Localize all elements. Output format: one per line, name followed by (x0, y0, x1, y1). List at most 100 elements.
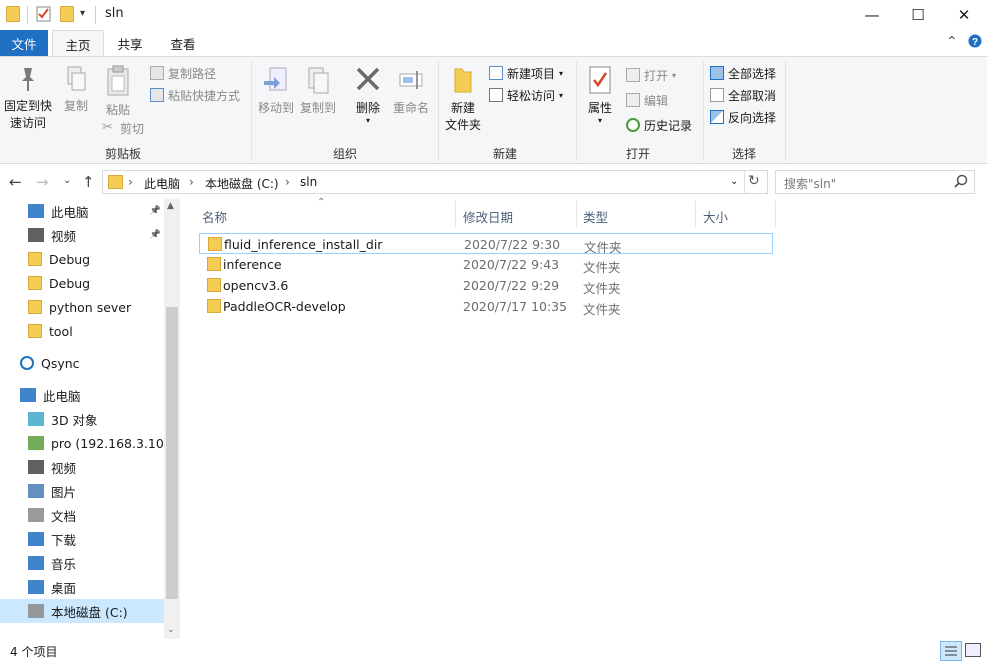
delete-dropdown-icon[interactable]: ▾ (350, 117, 386, 125)
search-input[interactable]: 搜索"sln" (784, 175, 836, 192)
nav-item[interactable]: 本地磁盘 (C:) (0, 599, 165, 623)
move-to-button[interactable]: 移动到 (256, 65, 296, 117)
new-folder-button[interactable]: 新建 文件夹 (443, 65, 483, 134)
breadcrumb-separator-icon[interactable]: › (285, 175, 290, 189)
search-icon[interactable] (954, 174, 968, 191)
nav-item[interactable]: python sever (0, 295, 165, 319)
refresh-icon[interactable]: ↻ (748, 173, 760, 189)
close-button[interactable]: ✕ (941, 0, 987, 30)
paste-shortcut-button[interactable]: 粘贴快捷方式 (150, 85, 240, 105)
nav-item[interactable]: 视频 (0, 455, 165, 479)
nav-item[interactable]: 图片 (0, 479, 165, 503)
tab-view[interactable]: 查看 (158, 30, 208, 56)
copy-path-button[interactable]: 复制路径 (150, 63, 216, 83)
back-arrow-icon[interactable]: ← (9, 173, 22, 191)
nav-item[interactable]: Debug (0, 247, 165, 271)
collapse-ribbon-icon[interactable]: ⌃ (946, 34, 958, 50)
copy-to-button[interactable]: 复制到 (298, 65, 338, 117)
forward-arrow-icon[interactable]: → (36, 173, 49, 191)
address-bar[interactable]: › 此电脑 › 本地磁盘 (C:) › sln ⌄ ↻ (102, 170, 768, 194)
pictures-icon (28, 484, 44, 498)
copy-to-label: 复制到 (299, 101, 336, 115)
delete-icon (356, 67, 380, 91)
nav-item[interactable]: pro (192.168.3.100 ( (0, 431, 165, 455)
up-arrow-icon[interactable]: ↑ (82, 173, 95, 191)
nav-pane-scrollbar[interactable]: ▲ ⌄ (164, 199, 180, 639)
video-icon (28, 228, 44, 242)
nav-item[interactable]: 此电脑 📌 (0, 199, 165, 223)
nav-item[interactable]: tool (0, 319, 165, 343)
nav-item-label: Debug (49, 275, 91, 291)
copy-button[interactable]: 复制 (60, 65, 92, 115)
column-header-name[interactable]: 名称 (202, 207, 227, 226)
breadcrumb-separator-icon[interactable]: › (128, 175, 133, 189)
nav-item-label: 图片 (51, 484, 77, 500)
sort-ascending-icon: ⌃ (317, 197, 326, 208)
file-row[interactable]: fluid_inference_install_dir 2020/7/22 9:3… (199, 233, 773, 255)
delete-button[interactable]: 删除 ▾ (350, 65, 386, 125)
nav-item[interactable]: Qsync (0, 351, 165, 375)
column-header-modified[interactable]: 修改日期 (463, 207, 513, 226)
history-button[interactable]: 历史记录 (626, 115, 692, 135)
file-row[interactable]: opencv3.6 2020/7/22 9:29 文件夹 (199, 275, 773, 296)
new-group-label: 新建 (492, 147, 517, 161)
breadcrumb-local-disk[interactable]: 本地磁盘 (C:) (205, 175, 279, 192)
column-header-size[interactable]: 大小 (703, 207, 728, 226)
scroll-down-icon[interactable]: ⌄ (167, 625, 175, 635)
file-type: 文件夹 (583, 302, 621, 317)
nav-item[interactable]: 下载 (0, 527, 165, 551)
select-none-button[interactable]: 全部取消 (710, 85, 776, 105)
file-explorer-window: ▾ sln — ☐ ✕ 文件 主页 共享 查看 ⌃ ? 固定到快 速访问 复制 … (0, 0, 987, 665)
nav-item[interactable]: 视频 📌 (0, 223, 165, 247)
nav-item[interactable]: 桌面 (0, 575, 165, 599)
nav-item-label: 下载 (51, 532, 77, 548)
tab-file[interactable]: 文件 (0, 30, 48, 56)
invert-selection-button[interactable]: 反向选择 (710, 107, 776, 127)
properties-dropdown-icon[interactable]: ▾ (582, 117, 618, 125)
nav-item[interactable]: 音乐 (0, 551, 165, 575)
folder-icon (28, 300, 42, 314)
help-icon[interactable]: ? (968, 34, 982, 52)
properties-icon[interactable] (36, 6, 52, 22)
breadcrumb-separator-icon[interactable]: › (189, 175, 194, 189)
easy-access-button[interactable]: 轻松访问 ▾ (489, 85, 563, 105)
nav-item[interactable]: 此电脑 (0, 383, 165, 407)
customize-quick-access-icon[interactable]: ▾ (80, 8, 96, 24)
tab-share[interactable]: 共享 (106, 30, 154, 56)
recent-locations-icon[interactable]: ⌄ (63, 175, 71, 186)
breadcrumb-sln[interactable]: sln (300, 175, 317, 189)
rename-button[interactable]: 重命名 (390, 65, 432, 117)
clipboard-group-label: 剪贴板 (104, 147, 141, 161)
nav-item[interactable]: Debug (0, 271, 165, 295)
select-all-icon (710, 66, 724, 80)
tab-home[interactable]: 主页 (52, 30, 104, 57)
large-icons-view-icon[interactable] (965, 643, 981, 657)
address-dropdown-icon[interactable]: ⌄ (730, 176, 738, 187)
pin-quick-access-button[interactable]: 固定到快 速访问 (2, 65, 54, 132)
nav-item-label: 文档 (51, 508, 77, 524)
history-label: 历史记录 (644, 118, 693, 133)
nav-item[interactable]: 文档 (0, 503, 165, 527)
file-row[interactable]: inference 2020/7/22 9:43 文件夹 (199, 254, 773, 275)
scrollbar-thumb[interactable] (166, 307, 178, 599)
properties-button[interactable]: 属性 ▾ (582, 65, 618, 125)
open-button[interactable]: 打开 ▾ (626, 65, 676, 85)
paste-button[interactable]: 粘贴 (98, 65, 138, 119)
nav-item[interactable]: 3D 对象 (0, 407, 165, 431)
cut-button[interactable]: ✂ 剪切 (102, 118, 144, 138)
maximize-button[interactable]: ☐ (895, 0, 941, 30)
new-item-button[interactable]: 新建项目 ▾ (489, 63, 563, 83)
network-drive-icon (28, 436, 44, 450)
open-dropdown-icon: ▾ (672, 70, 677, 80)
nav-item-label: 此电脑 (51, 204, 89, 220)
search-box[interactable]: 搜索"sln" (775, 170, 975, 194)
column-header-type[interactable]: 类型 (583, 207, 608, 226)
details-view-icon[interactable] (940, 641, 962, 661)
scroll-up-icon[interactable]: ▲ (167, 201, 174, 211)
file-row[interactable]: PaddleOCR-develop 2020/7/17 10:35 文件夹 (199, 296, 773, 317)
breadcrumb-this-pc[interactable]: 此电脑 (144, 175, 180, 192)
minimize-button[interactable]: — (849, 0, 895, 30)
select-all-button[interactable]: 全部选择 (710, 63, 776, 83)
edit-button[interactable]: 编辑 (626, 90, 668, 110)
new-folder-icon[interactable] (60, 6, 76, 22)
